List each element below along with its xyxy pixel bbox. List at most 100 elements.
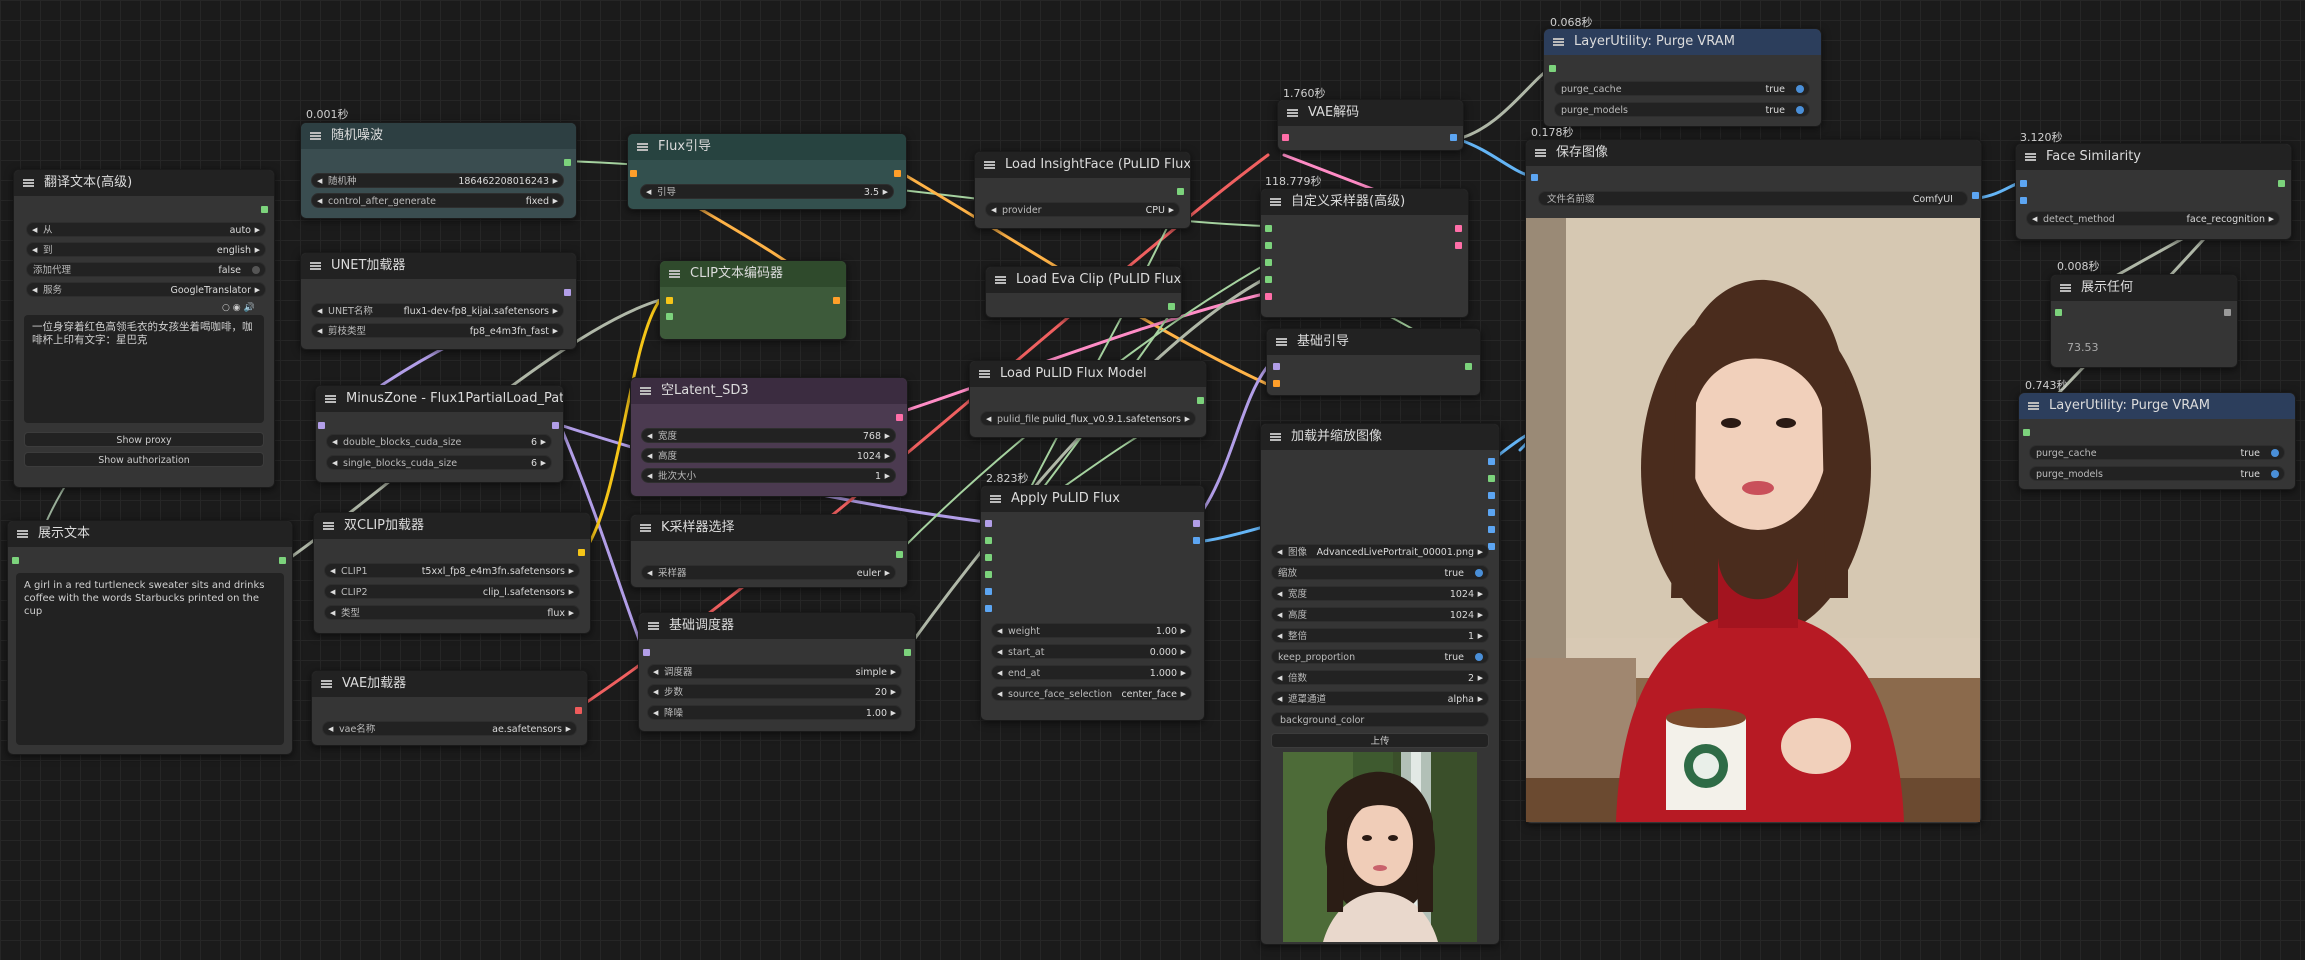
arrow-right-icon[interactable]: ▶ xyxy=(1478,608,1483,623)
widget-source-face-selection[interactable]: ◀ source_face_selection center_face ▶ xyxy=(991,686,1192,701)
arrow-left-icon[interactable]: ◀ xyxy=(647,429,652,444)
node-header[interactable]: LayerUtility: Purge VRAM xyxy=(2019,393,2295,419)
widget-purge-cache[interactable]: purge_cache true xyxy=(2029,445,2285,460)
input-slot[interactable] xyxy=(2055,309,2062,316)
input-slot[interactable] xyxy=(1265,242,1272,249)
output-slot[interactable] xyxy=(2278,180,2285,187)
node-header[interactable]: Load InsightFace (PuLID Flux) xyxy=(975,152,1190,178)
menu-icon[interactable] xyxy=(17,530,28,538)
arrow-left-icon[interactable]: ◀ xyxy=(991,203,996,218)
widget-unet-name[interactable]: ◀ UNET名称 flux1-dev-fp8_kijai.safetensors ▶ xyxy=(311,303,564,318)
node-apply-pulid[interactable]: Apply PuLID Flux ◀ weight 1.00 ▶ ◀ start_at 0… xyxy=(980,485,1205,721)
arrow-right-icon[interactable]: ▶ xyxy=(885,566,890,581)
node-header[interactable]: 空Latent_SD3 xyxy=(631,378,907,404)
upload-button[interactable]: 上传 xyxy=(1271,733,1489,748)
input-slot[interactable] xyxy=(643,649,650,656)
source-text-area[interactable]: 一位身穿着红色高领毛衣的女孩坐着喝咖啡，咖啡杯上印有文字：星巴克 xyxy=(24,315,264,423)
menu-icon[interactable] xyxy=(23,179,34,187)
arrow-right-icon[interactable]: ▶ xyxy=(1478,692,1483,707)
node-purge-vram-2[interactable]: LayerUtility: Purge VRAM purge_cache true… xyxy=(2018,392,2296,490)
node-translate-text[interactable]: 翻译文本(高级) ◀ 从 auto ▶ ◀ 到 english ▶ 添加代理 false ◀ 服… xyxy=(13,169,275,488)
node-header[interactable]: MinusZone - Flux1PartialLoad_Patch xyxy=(316,386,563,412)
arrow-left-icon[interactable]: ◀ xyxy=(1277,629,1282,644)
node-custom-sampler-advanced[interactable]: 自定义采样器(高级) xyxy=(1260,188,1469,318)
arrow-left-icon[interactable]: ◀ xyxy=(2032,212,2037,227)
widget-denoise[interactable]: ◀ 降噪 1.00 ▶ xyxy=(647,705,902,720)
widget-weight[interactable]: ◀ weight 1.00 ▶ xyxy=(991,623,1192,638)
input-slot[interactable] xyxy=(630,170,637,177)
output-slot[interactable] xyxy=(904,649,911,656)
arrow-left-icon[interactable]: ◀ xyxy=(1277,545,1282,560)
node-save-image[interactable]: 保存图像 文件名前缀 ComfyUI xyxy=(1525,139,1982,824)
output-slot[interactable] xyxy=(1972,192,1979,199)
widget-keep-proportion[interactable]: keep_proportion true xyxy=(1271,649,1489,664)
arrow-left-icon[interactable]: ◀ xyxy=(997,624,1002,639)
menu-icon[interactable] xyxy=(310,132,321,140)
arrow-right-icon[interactable]: ▶ xyxy=(891,665,896,680)
widget-clip-type[interactable]: ◀ 类型 flux ▶ xyxy=(324,605,580,620)
widget-purge-models[interactable]: purge_models true xyxy=(2029,466,2285,481)
arrow-left-icon[interactable]: ◀ xyxy=(653,665,658,680)
arrow-right-icon[interactable]: ▶ xyxy=(1478,629,1483,644)
node-random-noise[interactable]: 随机噪波 ◀ 随机种 186462208016243 ▶ ◀ control_after… xyxy=(300,122,577,219)
arrow-right-icon[interactable]: ▶ xyxy=(569,564,574,579)
input-slot[interactable] xyxy=(1265,276,1272,283)
output-slot[interactable] xyxy=(1488,509,1495,516)
arrow-right-icon[interactable]: ▶ xyxy=(1181,666,1186,681)
arrow-left-icon[interactable]: ◀ xyxy=(317,194,322,209)
menu-icon[interactable] xyxy=(321,680,332,688)
node-unet-loader[interactable]: UNET加载器 ◀ UNET名称 flux1-dev-fp8_kijai.safet… xyxy=(300,252,577,350)
input-slot[interactable] xyxy=(2020,180,2027,187)
widget-purge-models[interactable]: purge_models true xyxy=(1554,102,1810,117)
node-load-scale-image[interactable]: 加载并缩放图像 ◀ 图像 AdvancedLivePortrait_00001.pn… xyxy=(1260,423,1500,945)
arrow-right-icon[interactable]: ▶ xyxy=(891,706,896,721)
toggle-on-icon[interactable] xyxy=(2271,449,2279,457)
menu-icon[interactable] xyxy=(637,143,648,151)
output-slot[interactable] xyxy=(564,159,571,166)
widget-end-at[interactable]: ◀ end_at 1.000 ▶ xyxy=(991,665,1192,680)
arrow-left-icon[interactable]: ◀ xyxy=(653,685,658,700)
widget-clip2[interactable]: ◀ CLIP2 clip_l.safetensors ▶ xyxy=(324,584,580,599)
node-purge-vram-1[interactable]: LayerUtility: Purge VRAM purge_cache true… xyxy=(1543,28,1822,127)
arrow-right-icon[interactable]: ▶ xyxy=(2269,212,2274,227)
output-slot[interactable] xyxy=(896,414,903,421)
menu-icon[interactable] xyxy=(669,270,680,278)
output-slot[interactable] xyxy=(1488,458,1495,465)
menu-icon[interactable] xyxy=(1270,198,1281,206)
show-authorization-button[interactable]: Show authorization xyxy=(24,452,264,467)
arrow-left-icon[interactable]: ◀ xyxy=(997,666,1002,681)
widget-start-at[interactable]: ◀ start_at 0.000 ▶ xyxy=(991,644,1192,659)
arrow-right-icon[interactable]: ▶ xyxy=(1169,203,1174,218)
input-slot[interactable] xyxy=(1265,225,1272,232)
input-slot[interactable] xyxy=(1282,134,1289,141)
input-slot[interactable] xyxy=(985,571,992,578)
widget-steps[interactable]: ◀ 步数 20 ▶ xyxy=(647,684,902,699)
node-header[interactable]: LayerUtility: Purge VRAM xyxy=(1544,29,1821,55)
node-clip-text-encoder[interactable]: CLIP文本编码器 xyxy=(659,260,847,340)
output-slot[interactable] xyxy=(1450,134,1457,141)
speaker-icon[interactable]: 🔊 xyxy=(243,303,254,313)
arrow-right-icon[interactable]: ▶ xyxy=(553,304,558,319)
widget-double-blocks[interactable]: ◀ double_blocks_cuda_size 6 ▶ xyxy=(326,434,552,449)
output-slot[interactable] xyxy=(564,289,571,296)
node-load-insightface[interactable]: Load InsightFace (PuLID Flux) ◀ provider C… xyxy=(974,151,1191,229)
output-slot[interactable] xyxy=(1455,242,1462,249)
arrow-left-icon[interactable]: ◀ xyxy=(647,566,652,581)
toggle-on-icon[interactable] xyxy=(2271,470,2279,478)
node-header[interactable]: VAE加载器 xyxy=(312,671,587,697)
widget-filename-prefix[interactable]: 文件名前缀 ComfyUI xyxy=(1538,191,1968,206)
arrow-right-icon[interactable]: ▶ xyxy=(553,194,558,209)
node-basic-guider[interactable]: 基础引导 xyxy=(1266,328,1481,396)
arrow-right-icon[interactable]: ▶ xyxy=(541,456,546,471)
node-show-any[interactable]: 展示任何 73.53 xyxy=(2050,274,2238,368)
show-proxy-button[interactable]: Show proxy xyxy=(24,432,264,447)
arrow-right-icon[interactable]: ▶ xyxy=(569,606,574,621)
input-slot[interactable] xyxy=(1531,174,1538,181)
widget-add-proxy[interactable]: 添加代理 false xyxy=(26,262,266,277)
arrow-left-icon[interactable]: ◀ xyxy=(328,722,333,737)
output-slot[interactable] xyxy=(1168,303,1175,310)
widget-purge-cache[interactable]: purge_cache true xyxy=(1554,81,1810,96)
input-slot[interactable] xyxy=(985,605,992,612)
widget-pulid-file[interactable]: ◀ pulid_file pulid_flux_v0.9.1.safetensors… xyxy=(980,411,1196,426)
menu-icon[interactable] xyxy=(1553,38,1564,46)
